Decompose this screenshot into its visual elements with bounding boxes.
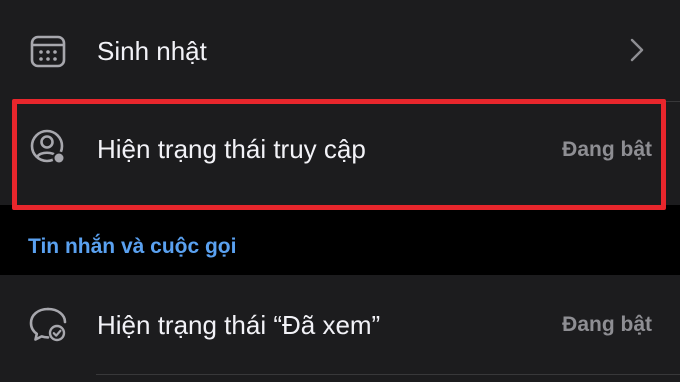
seen-status-label: Hiện trạng thái “Đã xem” bbox=[97, 310, 381, 340]
presence-status-label: Hiện trạng thái truy cập bbox=[97, 134, 366, 164]
presence-status-value: Đang bật bbox=[562, 138, 652, 161]
calendar-icon bbox=[28, 31, 68, 71]
messages-calls-section-header: Tin nhắn và cuộc gọi bbox=[28, 235, 237, 258]
divider bbox=[96, 374, 680, 375]
birthday-label: Sinh nhật bbox=[97, 36, 207, 66]
settings-screen: Sinh nhật Hiện trạng thái truy cập Đang … bbox=[0, 0, 680, 382]
chevron-right-icon bbox=[630, 38, 644, 62]
user-status-icon bbox=[28, 127, 68, 167]
seen-message-icon bbox=[28, 304, 68, 344]
seen-status-value: Đang bật bbox=[562, 313, 652, 336]
